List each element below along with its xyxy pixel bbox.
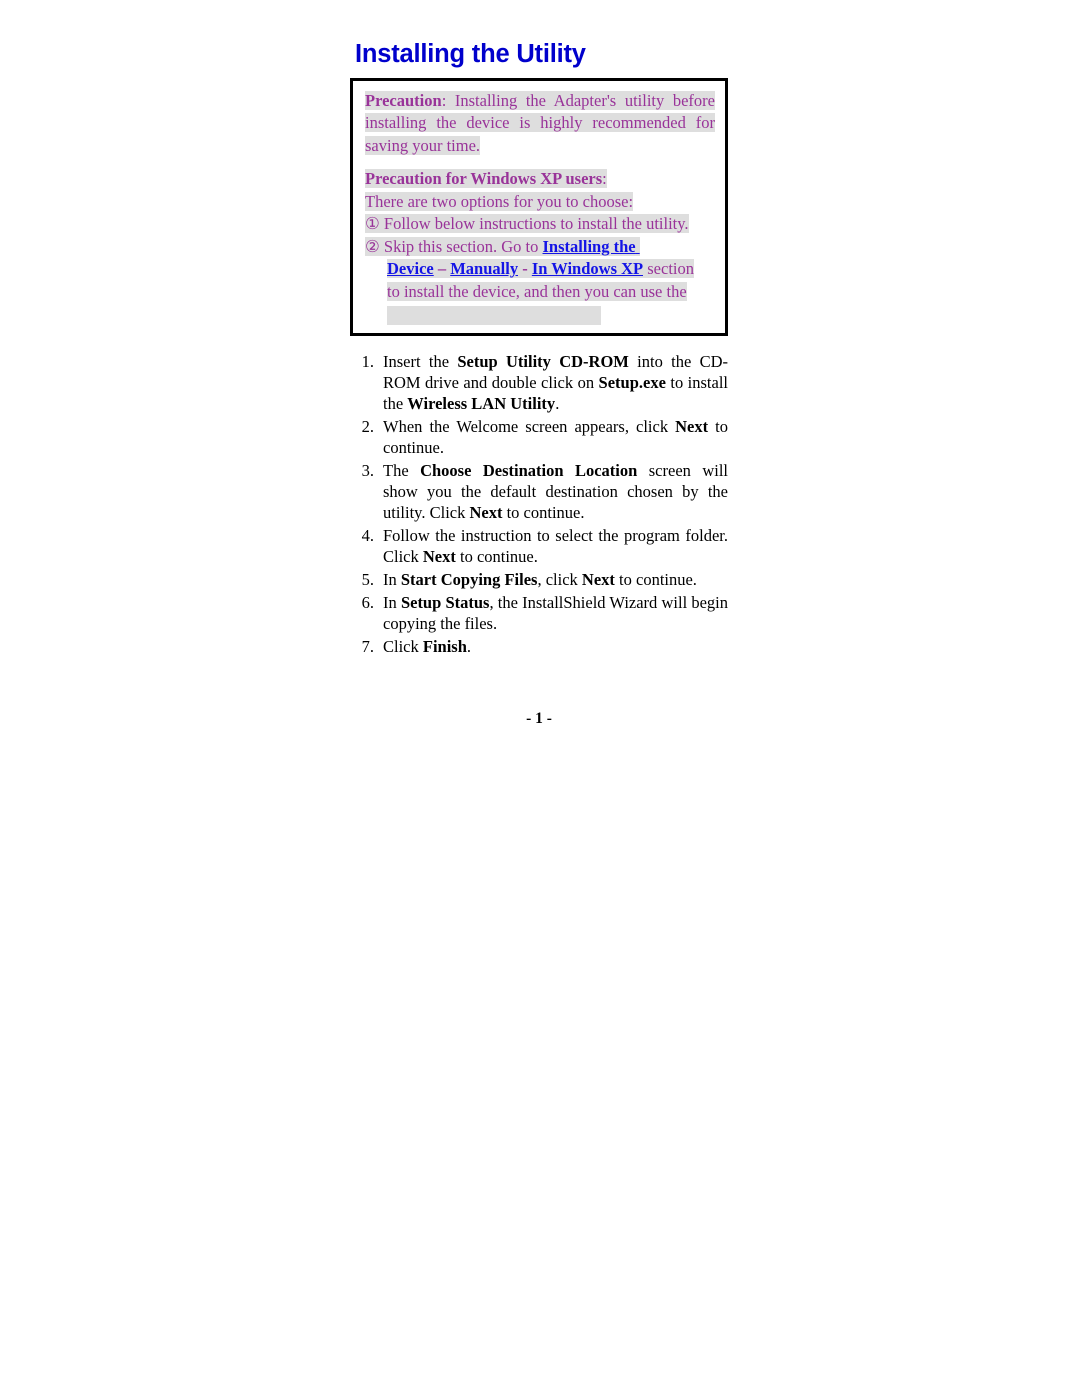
step-text: Follow the instruction to select the pro… — [383, 526, 728, 568]
install-step: 5. In Start Copying Files, click Next to … — [350, 570, 728, 591]
content-column: Installing the Utility Precaution: Insta… — [350, 40, 728, 660]
step-number: 2. — [361, 417, 374, 437]
step-text: When the Welcome screen appears, click N… — [383, 417, 728, 459]
step-text: Insert the Setup Utility CD-ROM into the… — [383, 352, 728, 415]
step-number: 6. — [361, 592, 374, 612]
step-text-run: Insert the — [383, 352, 458, 372]
step-number: 4. — [361, 526, 374, 546]
step-text: In Setup Status, the InstallShield Wizar… — [383, 593, 728, 635]
option-2-text-tail: to install the device, and then you can … — [387, 281, 687, 301]
step-text-run: . — [466, 636, 472, 656]
precaution-option-2-line-3: to install the device, and then you can … — [365, 281, 715, 303]
page-number-footer: - 1 - — [526, 710, 552, 727]
step-text: In Start Copying Files, click Next to co… — [383, 570, 728, 591]
precaution-spacer — [365, 157, 715, 168]
precaution-options-intro-text: There are two options for you to choose: — [365, 191, 634, 211]
step-text-run: to continue. — [502, 503, 585, 523]
step-text-run: Click — [383, 636, 423, 656]
step-number: 1. — [361, 352, 374, 372]
option-2-text-after: section — [643, 259, 694, 279]
link-separator-1: – — [433, 259, 451, 279]
precaution-option-2-line-1: ② Skip this section. Go to Installing th… — [365, 236, 715, 258]
precaution-xp-heading-label: Precaution for Windows XP users — [365, 169, 603, 189]
step-keyword: Next — [422, 547, 456, 566]
precaution-option-2-line-4 — [365, 303, 715, 325]
step-keyword: Setup Utility CD-ROM — [457, 352, 629, 372]
step-text-run: . — [555, 394, 560, 414]
option-1-marker: ① — [365, 214, 380, 234]
step-text-run: When the Welcome screen appears, click — [383, 417, 676, 437]
page-title: Installing the Utility — [355, 40, 586, 68]
step-keyword: Finish — [422, 636, 467, 656]
install-step: 6. In Setup Status, the InstallShield Wiz… — [350, 593, 728, 635]
install-step: 2. When the Welcome screen appears, click… — [350, 417, 728, 459]
precaution-options-intro: There are two options for you to choose: — [365, 191, 715, 213]
link-separator-2: - — [518, 259, 532, 279]
option-2-blank-highlight — [387, 305, 601, 325]
step-number: 5. — [361, 569, 374, 589]
install-step: 4. Follow the instruction to select the p… — [350, 526, 728, 568]
precaution-paragraph-1: Precaution: Installing the Adapter's uti… — [365, 90, 715, 157]
precaution-option-2-line-2: Device – Manually - In Windows XP sectio… — [365, 258, 715, 280]
link-installing-the[interactable]: Installing the — [542, 236, 636, 256]
step-number: 3. — [361, 461, 374, 481]
precaution-label: Precaution — [365, 91, 442, 111]
document-page: Installing the Utility Precaution: Insta… — [0, 0, 1080, 1397]
step-text-run: The — [383, 461, 421, 481]
step-keyword: Wireless LAN Utility — [407, 394, 556, 414]
step-text-run: , click — [537, 569, 582, 589]
step-keyword: Choose Destination Location — [420, 461, 638, 481]
install-step: 1. Insert the Setup Utility CD-ROM into t… — [350, 352, 728, 415]
step-text-run: In — [383, 569, 401, 589]
step-text-run: to continue. — [614, 569, 697, 589]
option-1-text: Follow below instructions to install the… — [383, 214, 689, 234]
link-device[interactable]: Device — [387, 259, 434, 279]
step-keyword: Setup.exe — [598, 373, 666, 393]
step-keyword: Setup Status — [400, 592, 490, 612]
option-2-marker: ② — [365, 236, 380, 256]
step-text-run: to continue. — [455, 547, 538, 566]
precaution-xp-heading-colon: : — [602, 169, 607, 189]
step-text-run: In — [383, 592, 401, 612]
install-step: 3. The Choose Destination Location screen… — [350, 461, 728, 524]
precaution-callout-box: Precaution: Installing the Adapter's uti… — [350, 78, 728, 337]
install-steps-list: 1. Insert the Setup Utility CD-ROM into t… — [350, 352, 728, 657]
step-keyword: Next — [675, 417, 709, 437]
option-2-text-before: Skip this section. Go to — [383, 236, 543, 256]
step-keyword: Start Copying Files — [400, 569, 538, 589]
link-manually[interactable]: Manually — [450, 259, 519, 279]
install-step: 7. Click Finish. — [350, 637, 728, 658]
link-in-windows-xp[interactable]: In Windows XP — [531, 259, 644, 279]
step-keyword: Next — [581, 569, 615, 589]
precaution-xp-heading: Precaution for Windows XP users: — [365, 168, 715, 190]
step-text: The Choose Destination Location screen w… — [383, 461, 728, 524]
step-number: 7. — [361, 636, 374, 656]
precaution-option-1: ① Follow below instructions to install t… — [365, 213, 715, 235]
step-text: Click Finish. — [383, 637, 728, 658]
step-keyword: Next — [469, 503, 503, 523]
